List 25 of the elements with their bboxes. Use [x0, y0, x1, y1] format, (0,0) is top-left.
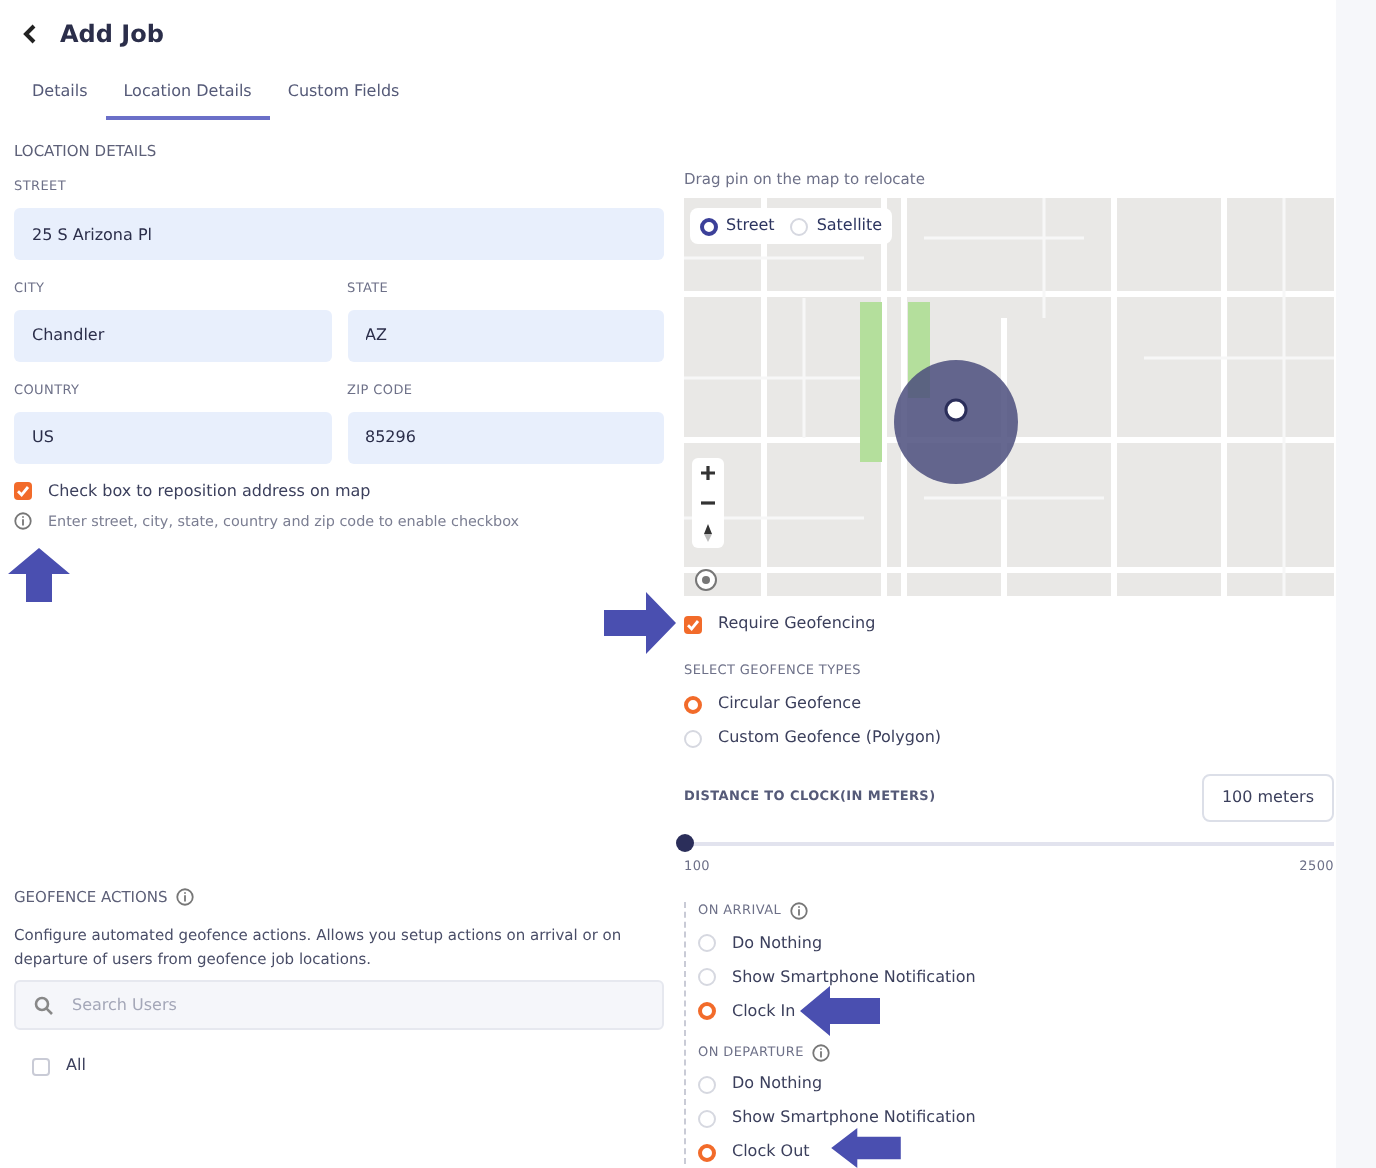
radio-label: Show Smartphone Notification [732, 965, 976, 989]
checkbox-label: Check box to reposition address on map [48, 479, 371, 503]
radio-label: Street [726, 214, 775, 239]
radio-label: Custom Geofence (Polygon) [718, 726, 942, 750]
radio-label: Do Nothing [732, 1072, 823, 1097]
checkbox-label: Require Geofencing [718, 612, 876, 637]
radio-label: Do Nothing [732, 931, 823, 955]
tab[interactable]: Location Details [105, 68, 270, 120]
input-field[interactable]: Chandler [14, 309, 331, 362]
map[interactable]: Street Satellite [684, 198, 1334, 597]
radio-label: Clock Out [732, 1140, 810, 1165]
page-title: Add Job [60, 18, 164, 52]
radio-label: Satellite [816, 214, 883, 239]
tab[interactable]: Details [14, 68, 106, 120]
radio-label: Show Smartphone Notification [732, 1106, 976, 1131]
tab[interactable]: Custom Fields [269, 68, 418, 120]
radio-label: Clock In [732, 999, 796, 1023]
distance-value-field[interactable]: 100 meters [1201, 774, 1334, 822]
radio-label: Circular Geofence [718, 692, 861, 716]
search-field[interactable]: Search Users [14, 980, 664, 1030]
checkbox-label: All [66, 1054, 86, 1078]
input-field[interactable]: 85296 [347, 411, 664, 463]
input-field[interactable]: US [14, 411, 331, 463]
input-field[interactable]: 25 S Arizona Pl [14, 208, 664, 260]
input-field[interactable]: AZ [347, 309, 664, 362]
